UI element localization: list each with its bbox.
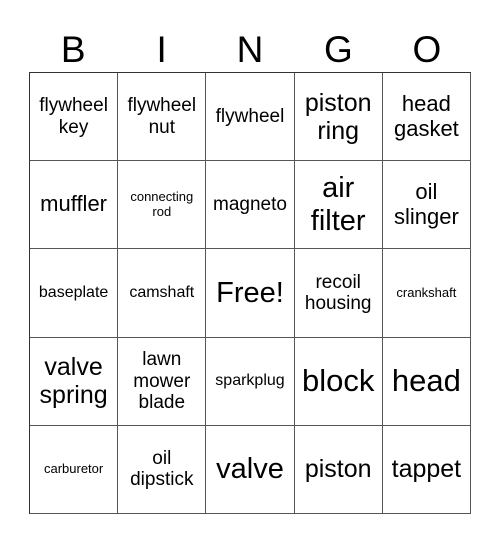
- header-letter-g: G: [324, 29, 353, 70]
- bingo-cell[interactable]: tappet: [382, 425, 471, 514]
- bingo-header: B I N G O: [29, 28, 471, 72]
- bingo-cell[interactable]: magneto: [206, 161, 295, 250]
- header-letter-o: O: [412, 29, 442, 70]
- bingo-cell[interactable]: valve: [206, 425, 295, 514]
- free-space[interactable]: Free!: [206, 249, 295, 338]
- bingo-cell[interactable]: flywheel nut: [118, 73, 207, 162]
- bingo-cell[interactable]: camshaft: [118, 249, 207, 338]
- header-letter-b: B: [60, 29, 86, 70]
- bingo-cell[interactable]: recoil housing: [294, 249, 383, 338]
- header-letter-i: I: [156, 29, 167, 70]
- bingo-cell[interactable]: piston: [294, 425, 383, 514]
- bingo-cell[interactable]: block: [294, 337, 383, 426]
- bingo-cell[interactable]: lawn mower blade: [118, 337, 207, 426]
- bingo-cell[interactable]: piston ring: [294, 73, 383, 162]
- header-letter-n: N: [236, 29, 264, 70]
- bingo-cell[interactable]: oil slinger: [382, 161, 471, 250]
- bingo-cell[interactable]: muffler: [30, 161, 119, 250]
- bingo-cell[interactable]: head gasket: [382, 73, 471, 162]
- bingo-cell[interactable]: crankshaft: [382, 249, 471, 338]
- bingo-cell[interactable]: valve spring: [30, 337, 119, 426]
- bingo-cell[interactable]: carburetor: [30, 425, 119, 514]
- bingo-cell[interactable]: sparkplug: [206, 337, 295, 426]
- bingo-cell[interactable]: head: [382, 337, 471, 426]
- bingo-cell[interactable]: oil dipstick: [118, 425, 207, 514]
- bingo-cell[interactable]: baseplate: [30, 249, 119, 338]
- bingo-cell[interactable]: flywheel key: [30, 73, 119, 162]
- bingo-grid: flywheel key flywheel nut flywheel pisto…: [29, 72, 471, 514]
- bingo-cell[interactable]: connecting rod: [118, 161, 207, 250]
- bingo-cell[interactable]: flywheel: [206, 73, 295, 162]
- bingo-cell[interactable]: air filter: [294, 161, 383, 250]
